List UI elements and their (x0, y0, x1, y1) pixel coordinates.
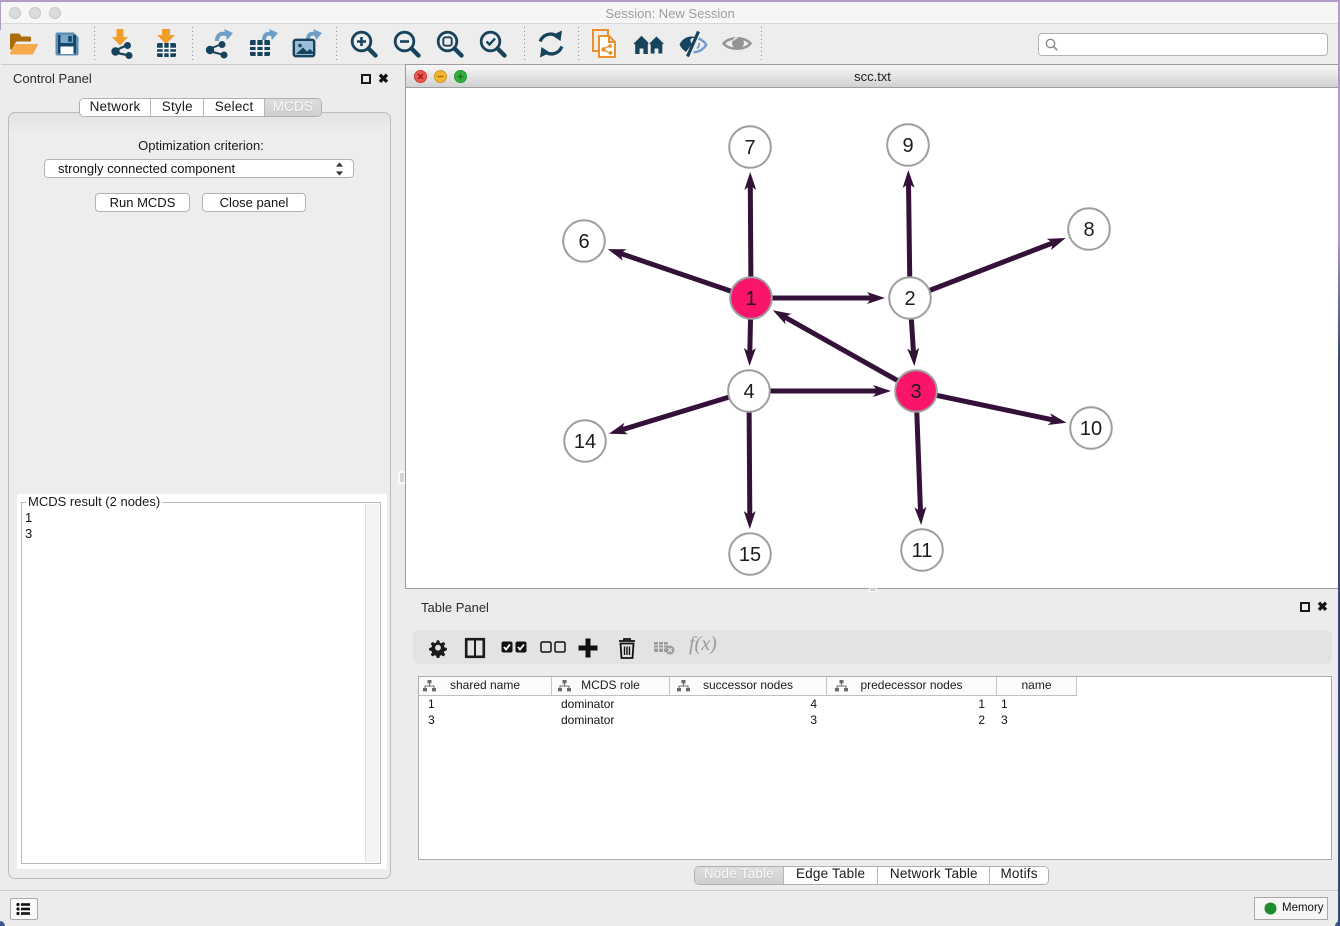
svg-text:15: 15 (739, 544, 761, 566)
svg-text:9: 9 (902, 135, 913, 157)
svg-text:4: 4 (743, 381, 754, 403)
svg-text:1: 1 (745, 288, 756, 310)
svg-text:11: 11 (912, 540, 933, 562)
svg-text:7: 7 (744, 137, 755, 159)
svg-text:14: 14 (574, 431, 596, 453)
svg-text:8: 8 (1083, 219, 1094, 241)
svg-text:2: 2 (904, 288, 915, 310)
svg-text:10: 10 (1080, 418, 1102, 440)
svg-text:6: 6 (578, 231, 589, 253)
svg-text:3: 3 (910, 381, 921, 403)
